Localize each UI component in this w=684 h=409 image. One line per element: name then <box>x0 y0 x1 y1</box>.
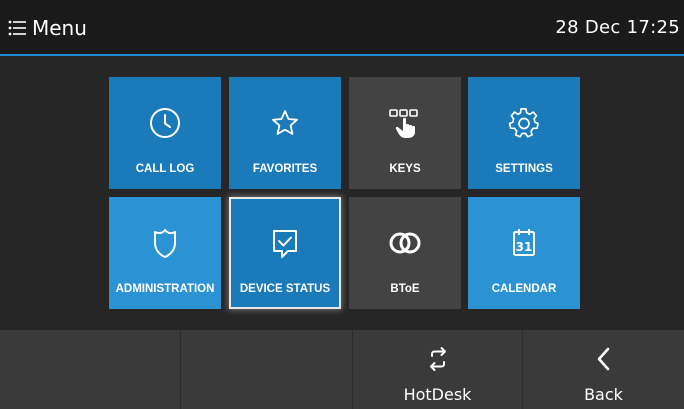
header-bar: Menu 28 Dec 17:25 <box>0 0 684 56</box>
swap-arrows-icon <box>353 346 522 372</box>
tile-device-status[interactable]: DEVICE STATUS <box>229 197 341 309</box>
tile-label: CALL LOG <box>135 163 195 175</box>
page-title: Menu <box>32 16 87 40</box>
softkey-bar: HotDesk Back <box>0 330 684 409</box>
softkey-2[interactable] <box>181 330 353 409</box>
tile-label: SETTINGS <box>495 163 553 175</box>
menu-button[interactable]: Menu <box>8 14 87 42</box>
hotdesk-button[interactable]: HotDesk <box>353 330 523 409</box>
clock-icon <box>109 105 221 141</box>
calendar-day: 31 <box>516 240 533 254</box>
back-button[interactable]: Back <box>523 330 684 409</box>
tile-label: DEVICE STATUS <box>239 283 331 295</box>
gear-icon <box>468 105 580 141</box>
tile-label: FAVORITES <box>252 163 318 175</box>
tile-administration[interactable]: ADMINISTRATION <box>109 197 221 309</box>
tile-keys[interactable]: KEYS <box>349 77 461 189</box>
menu-tile-grid: CALL LOG FAVORITES KEYS SETTINGS ADMINIS… <box>0 56 684 330</box>
tile-favorites[interactable]: FAVORITES <box>229 77 341 189</box>
tile-label: KEYS <box>389 163 421 175</box>
calendar-icon: 31 <box>468 225 580 261</box>
list-menu-icon <box>8 20 26 36</box>
tile-label: BToE <box>390 283 420 295</box>
hotdesk-label: HotDesk <box>403 385 472 404</box>
chevron-left-icon <box>523 346 684 372</box>
tile-call-log[interactable]: CALL LOG <box>109 77 221 189</box>
tile-calendar[interactable]: 31 CALENDAR <box>468 197 580 309</box>
tile-settings[interactable]: SETTINGS <box>468 77 580 189</box>
back-label: Back <box>584 385 623 404</box>
tile-btoe[interactable]: BToE <box>349 197 461 309</box>
star-icon <box>229 105 341 141</box>
phone-screen: Menu 28 Dec 17:25 CALL LOG FAVORITES KEY… <box>0 0 684 409</box>
btoe-icon <box>349 225 461 261</box>
tile-label: CALENDAR <box>491 283 557 295</box>
tile-label: ADMINISTRATION <box>115 283 215 295</box>
keys-icon <box>349 105 461 141</box>
shield-icon <box>109 225 221 261</box>
date-time: 28 Dec 17:25 <box>555 17 680 38</box>
device-status-icon <box>229 225 341 261</box>
softkey-1[interactable] <box>0 330 181 409</box>
